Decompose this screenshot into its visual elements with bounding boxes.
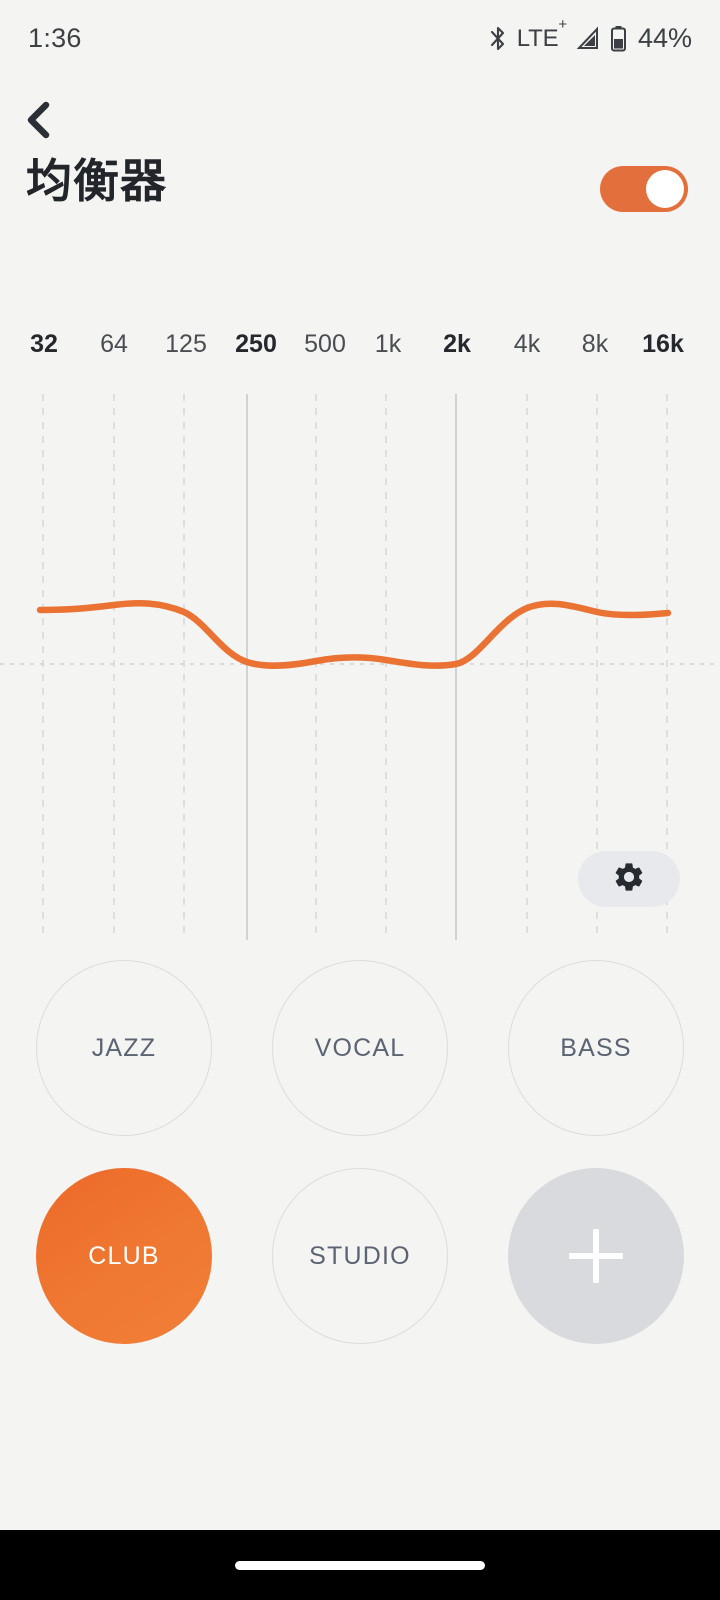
preset-studio[interactable]: STUDIO: [272, 1168, 448, 1344]
system-nav-bar: [0, 1530, 720, 1600]
equalizer-toggle[interactable]: [600, 166, 688, 212]
preset-jazz[interactable]: JAZZ: [36, 960, 212, 1136]
network-type-label: LTE+: [516, 15, 567, 52]
freq-label-4k: 4k: [513, 330, 541, 358]
plus-icon: [569, 1229, 623, 1283]
chevron-left-icon: [22, 100, 56, 145]
preset-vocal[interactable]: VOCAL: [272, 960, 448, 1136]
preset-row-2: CLUB STUDIO: [36, 1168, 684, 1344]
freq-label-32: 32: [30, 330, 58, 358]
equalizer-settings-button[interactable]: [578, 851, 680, 907]
preset-label: CLUB: [88, 1241, 160, 1270]
preset-bass[interactable]: BASS: [508, 960, 684, 1136]
preset-label: STUDIO: [309, 1241, 411, 1270]
freq-label-16k: 16k: [642, 330, 684, 358]
freq-label-2k: 2k: [443, 330, 471, 358]
status-time: 1:36: [28, 22, 82, 53]
freq-label-500: 500: [304, 330, 346, 358]
freq-label-125: 125: [165, 330, 207, 358]
bluetooth-icon: [488, 25, 508, 52]
preset-label: VOCAL: [314, 1033, 406, 1062]
chart-gridlines: [42, 394, 668, 940]
battery-percent: 44%: [637, 22, 692, 53]
freq-label-64: 64: [100, 330, 128, 358]
preset-grid: JAZZ VOCAL BASS CLUB STUDIO: [0, 960, 720, 1344]
toggle-knob: [646, 170, 684, 208]
gear-icon: [612, 860, 646, 899]
back-button[interactable]: [22, 96, 78, 148]
status-bar: 1:36 LTE+ 44%: [0, 0, 720, 76]
preset-label: BASS: [560, 1033, 632, 1062]
add-preset-button[interactable]: [508, 1168, 684, 1344]
status-icons: LTE+ 44%: [488, 15, 692, 54]
preset-label: JAZZ: [91, 1033, 157, 1062]
phone-screen: 1:36 LTE+ 44% 均衡器 32 64 125 250 500 1k 2…: [0, 0, 720, 1600]
preset-club[interactable]: CLUB: [36, 1168, 212, 1344]
page-title: 均衡器: [26, 155, 167, 207]
preset-row-1: JAZZ VOCAL BASS: [36, 960, 684, 1136]
freq-label-1k: 1k: [374, 330, 402, 358]
eq-response-curve[interactable]: [36, 600, 672, 669]
freq-label-250: 250: [235, 330, 277, 358]
frequency-axis-labels: 32 64 125 250 500 1k 2k 4k 8k 16k: [0, 330, 720, 370]
home-gesture-pill[interactable]: [235, 1560, 485, 1570]
freq-label-8k: 8k: [581, 330, 609, 358]
signal-bars-icon: [576, 25, 601, 51]
battery-icon: [610, 25, 627, 52]
